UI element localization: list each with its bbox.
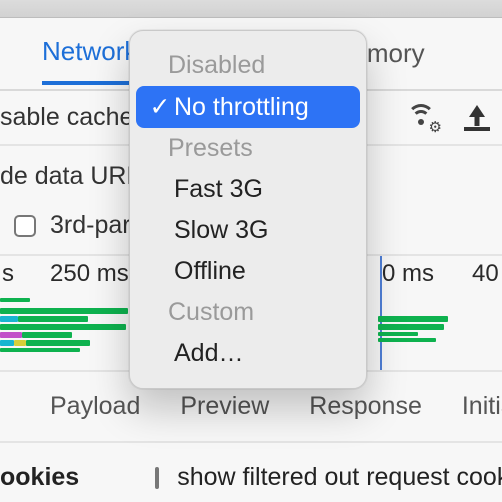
checkmark-icon: ✓ [146, 92, 174, 122]
tick-right-partial: 0 ms [382, 260, 434, 288]
tick-left: s [2, 260, 14, 288]
menu-item-add[interactable]: Add… [136, 333, 360, 374]
menu-item-label: Offline [146, 257, 246, 286]
menu-item-label: Slow 3G [146, 216, 268, 245]
upload-har-icon[interactable] [464, 105, 490, 131]
tab-response[interactable]: Response [309, 392, 422, 421]
menu-section-presets: Presets [136, 128, 360, 169]
tab-payload[interactable]: Payload [50, 392, 140, 421]
menu-section-custom: Custom [136, 292, 360, 333]
menu-item-slow-3g[interactable]: Slow 3G [136, 210, 360, 251]
tab-initiator[interactable]: Initia [462, 392, 502, 421]
disable-cache-label[interactable]: sable cache [0, 103, 133, 132]
network-conditions-icon[interactable]: ⚙ [404, 104, 438, 132]
cookies-row: ookies show filtered out request cook [0, 443, 502, 492]
show-filtered-cookies-checkbox[interactable] [155, 467, 159, 489]
menu-section-disabled: Disabled [136, 45, 360, 86]
menu-item-label: Add… [146, 339, 243, 368]
throttling-menu: Disabled ✓ No throttling Presets Fast 3G… [129, 30, 367, 389]
tick-far-right: 40 [472, 260, 499, 288]
tab-network[interactable]: Network [42, 36, 137, 85]
show-filtered-cookies-label: show filtered out request cook [177, 463, 502, 492]
gear-icon: ⚙ [429, 118, 442, 136]
menu-item-fast-3g[interactable]: Fast 3G [136, 169, 360, 210]
cookies-title: ookies [0, 463, 79, 492]
menu-item-no-throttling[interactable]: ✓ No throttling [136, 86, 360, 128]
third-party-checkbox[interactable] [14, 215, 36, 237]
tab-preview[interactable]: Preview [180, 392, 269, 421]
window-chrome-top [0, 0, 502, 18]
menu-item-label: No throttling [174, 93, 309, 122]
third-party-label: 3rd-par [50, 211, 131, 240]
menu-item-offline[interactable]: Offline [136, 251, 360, 292]
tick-250ms: 250 ms [50, 260, 129, 288]
menu-item-label: Fast 3G [146, 175, 263, 204]
